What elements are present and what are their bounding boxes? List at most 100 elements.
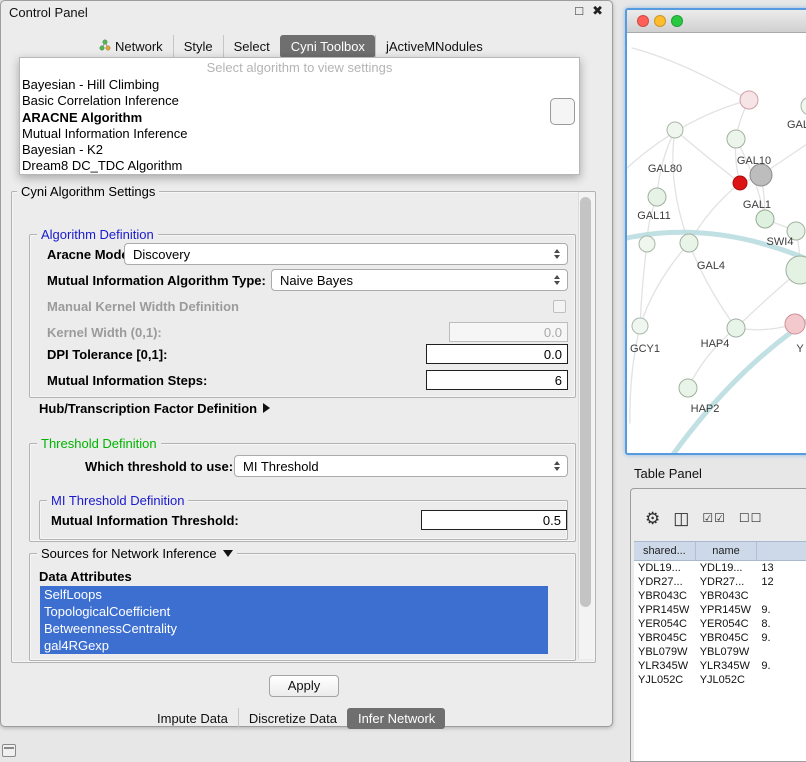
- settings-gear-icon[interactable]: ⚙: [645, 510, 660, 527]
- node-table: shared...name YDL19...YDL19...13YDR27...…: [634, 541, 806, 761]
- table-cell: 9.: [757, 632, 806, 644]
- network-node[interactable]: [632, 318, 648, 334]
- tab-infer-network[interactable]: Infer Network: [347, 708, 445, 729]
- network-node[interactable]: [680, 234, 698, 252]
- algorithm-dropdown-popup: Select algorithm to view settings Bayesi…: [19, 57, 580, 175]
- table-cell: YJL052C: [634, 674, 696, 683]
- tab-label: Impute Data: [157, 711, 228, 726]
- network-node[interactable]: [648, 188, 666, 206]
- float-window-icon[interactable]: □: [575, 3, 583, 19]
- tab-discretize-data[interactable]: Discretize Data: [238, 708, 347, 729]
- table-row[interactable]: YLR345WYLR345W9.: [634, 659, 806, 673]
- dropdown-item[interactable]: Bayesian - K2: [20, 142, 579, 158]
- aracne-mode-label: Aracne Mode:: [47, 247, 133, 262]
- node-label: GAL4: [697, 260, 725, 272]
- manual-kernel-width-checkbox[interactable]: [553, 300, 566, 313]
- network-node[interactable]: [727, 130, 745, 148]
- dropdown-item[interactable]: Basic Correlation Inference: [20, 93, 579, 109]
- which-threshold-combo[interactable]: MI Threshold: [234, 455, 568, 477]
- mi-steps-field[interactable]: [426, 370, 568, 390]
- close-traffic-button[interactable]: [637, 15, 649, 27]
- network-node[interactable]: [785, 314, 805, 334]
- minimize-traffic-button[interactable]: [654, 15, 666, 27]
- select-all-checkboxes-icon[interactable]: ☑☑: [702, 510, 726, 527]
- algorithm-definition-title: Algorithm Definition: [37, 227, 158, 242]
- network-node[interactable]: [733, 176, 747, 190]
- table-row[interactable]: YJL052CYJL052C: [634, 673, 806, 683]
- attribute-list-item[interactable]: TopologicalCoefficient: [40, 603, 548, 620]
- node-label: HAP4: [701, 338, 730, 350]
- table-cell: YDL19...: [696, 562, 758, 574]
- aracne-mode-combo[interactable]: Discovery: [124, 243, 568, 265]
- dropdown-item[interactable]: Mutual Information Inference: [20, 126, 579, 142]
- table-row[interactable]: YDL19...YDL19...13: [634, 561, 806, 575]
- network-node[interactable]: [727, 319, 745, 337]
- hub-definition-expander[interactable]: Hub/Transcription Factor Definition: [39, 401, 270, 416]
- tab-select[interactable]: Select: [223, 35, 280, 58]
- tab-cyni-toolbox[interactable]: Cyni Toolbox: [280, 35, 375, 58]
- table-cell: YDR27...: [696, 576, 758, 588]
- tab-style[interactable]: Style: [173, 35, 223, 58]
- dropdown-item[interactable]: Dream8 DC_TDC Algorithm: [20, 158, 579, 174]
- table-cell: 9.: [757, 604, 806, 616]
- attribute-list-item[interactable]: SelfLoops: [40, 586, 548, 603]
- network-node[interactable]: [679, 379, 697, 397]
- chevron-down-icon: [223, 550, 233, 557]
- network-node[interactable]: [756, 210, 774, 228]
- network-view-window: GAL10GAL80GAL11GAL1SWI4GAL4GCY1HAP4YHAP2…: [625, 8, 806, 455]
- table-cell: YLR345W: [634, 660, 696, 672]
- network-node[interactable]: [667, 122, 683, 138]
- table-column-header[interactable]: name: [696, 542, 758, 560]
- settings-scrollbar-thumb[interactable]: [580, 197, 591, 607]
- combo-side-button[interactable]: [550, 98, 575, 125]
- table-cell: YBR043C: [696, 590, 758, 602]
- zoom-traffic-button[interactable]: [671, 15, 683, 27]
- sources-group-expander[interactable]: Sources for Network Inference: [37, 546, 237, 561]
- apply-button[interactable]: Apply: [269, 675, 339, 697]
- network-node[interactable]: [801, 97, 806, 115]
- table-row[interactable]: YDR27...YDR27...12: [634, 575, 806, 589]
- algorithm-dropdown-placeholder: Select algorithm to view settings: [20, 58, 579, 77]
- tab-jactivemnodules[interactable]: jActiveMNodules: [375, 35, 493, 58]
- table-cell: YER054C: [634, 618, 696, 630]
- dpi-tolerance-field[interactable]: [426, 344, 568, 364]
- node-label: HAP2: [691, 403, 720, 415]
- table-cell: YBL079W: [634, 646, 696, 658]
- combo-arrows-icon: [554, 275, 560, 285]
- tab-label: jActiveMNodules: [386, 39, 483, 54]
- node-label: GAL: [787, 119, 806, 131]
- network-node[interactable]: [750, 164, 772, 186]
- table-column-header[interactable]: shared...: [634, 542, 696, 560]
- mi-threshold-label: Mutual Information Threshold:: [51, 513, 239, 528]
- attribute-list-item[interactable]: BetweennessCentrality: [40, 620, 548, 637]
- table-row[interactable]: YER054CYER054C8.: [634, 617, 806, 631]
- attribute-list-item[interactable]: gal4RGexp: [40, 637, 548, 654]
- close-window-icon[interactable]: ✖: [592, 3, 603, 19]
- tab-impute-data[interactable]: Impute Data: [147, 708, 238, 729]
- mi-threshold-field[interactable]: [421, 510, 567, 530]
- control-panel-window: Control Panel □ ✖ NetworkStyleSelectCyni…: [0, 0, 613, 727]
- dropdown-item[interactable]: Bayesian - Hill Climbing: [20, 77, 579, 93]
- network-edge: [689, 243, 736, 328]
- mi-algorithm-type-combo[interactable]: Naive Bayes: [271, 269, 568, 291]
- network-canvas[interactable]: GAL10GAL80GAL11GAL1SWI4GAL4GCY1HAP4YHAP2…: [627, 33, 806, 454]
- network-node[interactable]: [639, 236, 655, 252]
- table-row[interactable]: YBR043CYBR043C: [634, 589, 806, 603]
- control-panel-title: Control Panel: [9, 5, 88, 20]
- tab-network[interactable]: Network: [89, 35, 173, 58]
- table-row[interactable]: YBR045CYBR045C9.: [634, 631, 806, 645]
- threshold-definition-title: Threshold Definition: [37, 436, 161, 451]
- kernel-width-field[interactable]: [449, 322, 568, 342]
- deselect-all-checkboxes-icon[interactable]: ☐☐: [739, 510, 763, 527]
- restore-panel-icon[interactable]: [2, 744, 16, 757]
- table-column-header[interactable]: [757, 542, 806, 560]
- table-row[interactable]: YBL079WYBL079W: [634, 645, 806, 659]
- dropdown-item[interactable]: ARACNE Algorithm: [20, 110, 579, 126]
- network-edge: [673, 130, 689, 243]
- network-node[interactable]: [740, 91, 758, 109]
- table-cell: 12: [757, 576, 806, 588]
- control-panel-tabs: NetworkStyleSelectCyni Toolbox jActiveMNo…: [89, 35, 493, 58]
- mi-algorithm-type-label: Mutual Information Algorithm Type:: [47, 273, 266, 288]
- table-row[interactable]: YPR145WYPR145W9.: [634, 603, 806, 617]
- show-columns-icon[interactable]: ◫: [673, 510, 689, 527]
